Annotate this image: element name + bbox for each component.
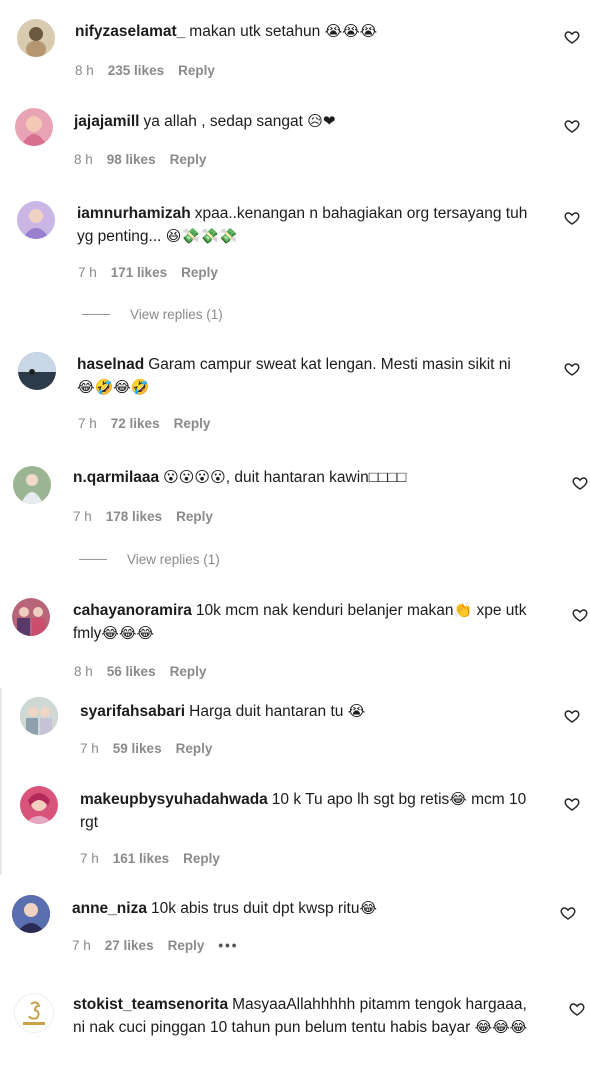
comment-meta: 7 h 72 likes Reply xyxy=(78,416,210,431)
divider xyxy=(79,559,107,560)
emoji: 😂😂😂 xyxy=(101,624,155,642)
reply-button[interactable]: Reply xyxy=(174,416,211,431)
username[interactable]: stokist_teamsenorita xyxy=(73,996,228,1013)
emoji: 😮😮😮😮 xyxy=(163,468,226,486)
likes-count[interactable]: 59 likes xyxy=(113,741,162,756)
likes-count[interactable]: 27 likes xyxy=(105,938,154,953)
username[interactable]: cahayanoramira xyxy=(73,602,192,619)
comment-text: syarifahsabari Harga duit hantaran tu 😭 xyxy=(80,700,545,723)
timestamp: 8 h xyxy=(74,152,93,167)
avatar[interactable] xyxy=(20,697,58,735)
comment-text: haselnad Garam campur sweat kat lengan. M… xyxy=(77,353,545,399)
emoji: 😭 xyxy=(347,702,366,720)
timestamp: 8 h xyxy=(75,63,94,78)
likes-count[interactable]: 235 likes xyxy=(108,63,164,78)
timestamp: 8 h xyxy=(74,664,93,679)
avatar[interactable] xyxy=(12,895,50,933)
likes-count[interactable]: 72 likes xyxy=(111,416,160,431)
username[interactable]: anne_niza xyxy=(72,900,147,917)
comment-text: makeupbysyuhadahwada 10 k Tu apo lh sgt b… xyxy=(80,790,527,831)
avatar[interactable] xyxy=(17,19,55,57)
view-replies-button[interactable]: View replies (1) xyxy=(79,552,220,567)
timestamp: 7 h xyxy=(78,265,97,280)
comment-meta: 7 h 27 likes Reply ••• xyxy=(72,938,239,953)
heart-outline-icon[interactable] xyxy=(564,361,580,377)
comment-text: iamnurhamizah xpaa..kenangan n bahagiakan… xyxy=(77,202,545,248)
comment-text: nifyzaselamat_ makan utk setahun 😭😭😭 xyxy=(75,20,545,43)
thread-indicator xyxy=(0,688,2,875)
username[interactable]: jajajamill xyxy=(74,113,139,130)
emoji: 😥❤ xyxy=(307,112,336,130)
emoji: 😆💸💸💸 xyxy=(165,227,238,245)
timestamp: 7 h xyxy=(80,851,99,866)
timestamp: 7 h xyxy=(80,741,99,756)
avatar[interactable] xyxy=(14,993,54,1033)
heart-outline-icon[interactable] xyxy=(560,905,576,921)
more-dots-icon[interactable]: ••• xyxy=(218,938,238,953)
comment-meta: 8 h 98 likes Reply xyxy=(74,152,206,167)
avatar[interactable] xyxy=(12,598,50,636)
timestamp: 7 h xyxy=(78,416,97,431)
divider xyxy=(82,314,110,315)
likes-count[interactable]: 178 likes xyxy=(106,509,162,524)
avatar[interactable] xyxy=(13,466,51,504)
avatar[interactable] xyxy=(15,108,53,146)
emoji: 😂🤣😂🤣 xyxy=(77,378,150,396)
reply-button[interactable]: Reply xyxy=(176,741,213,756)
comment-text: jajajamill ya allah , sedap sangat 😥❤ xyxy=(74,110,544,133)
heart-outline-icon[interactable] xyxy=(564,708,580,724)
username[interactable]: n.qarmilaaa xyxy=(73,469,159,486)
reply-button[interactable]: Reply xyxy=(183,851,220,866)
comment-text: n.qarmilaaa 😮😮😮😮, duit hantaran kawin□□□□ xyxy=(73,466,543,489)
reply-button[interactable]: Reply xyxy=(181,265,218,280)
timestamp: 7 h xyxy=(73,509,92,524)
reply-button[interactable]: Reply xyxy=(170,152,207,167)
username[interactable]: haselnad xyxy=(77,356,144,373)
timestamp: 7 h xyxy=(72,938,91,953)
likes-count[interactable]: 56 likes xyxy=(107,664,156,679)
heart-outline-icon[interactable] xyxy=(564,118,580,134)
emoji: 😂 xyxy=(359,899,377,917)
comment-meta: 7 h 59 likes Reply xyxy=(80,741,212,756)
username[interactable]: syarifahsabari xyxy=(80,703,185,720)
comment-meta: 7 h 178 likes Reply xyxy=(73,509,213,524)
username[interactable]: makeupbysyuhadahwada xyxy=(80,791,268,808)
comment-text: cahayanoramira 10k mcm nak kenduri belanj… xyxy=(73,599,545,645)
emoji: 😭😭😭 xyxy=(324,22,378,40)
likes-count[interactable]: 171 likes xyxy=(111,265,167,280)
likes-count[interactable]: 161 likes xyxy=(113,851,169,866)
likes-count[interactable]: 98 likes xyxy=(107,152,156,167)
comment-meta: 8 h 56 likes Reply xyxy=(74,664,206,679)
view-replies-button[interactable]: View replies (1) xyxy=(82,307,223,322)
username[interactable]: iamnurhamizah xyxy=(77,205,191,222)
avatar[interactable] xyxy=(17,201,55,239)
heart-outline-icon[interactable] xyxy=(569,1001,585,1017)
heart-outline-icon[interactable] xyxy=(572,475,588,491)
avatar[interactable] xyxy=(18,352,56,390)
comment-meta: 7 h 171 likes Reply xyxy=(78,265,218,280)
comment-text: anne_niza 10k abis trus duit dpt kwsp rit… xyxy=(72,897,542,920)
heart-outline-icon[interactable] xyxy=(564,796,580,812)
comment-meta: 7 h 161 likes Reply xyxy=(80,851,220,866)
avatar[interactable] xyxy=(20,786,58,824)
heart-outline-icon[interactable] xyxy=(564,210,580,226)
username[interactable]: nifyzaselamat_ xyxy=(75,23,185,40)
comment-text: stokist_teamsenorita MasyaaAllahhhhh pita… xyxy=(73,993,543,1039)
heart-outline-icon[interactable] xyxy=(572,607,588,623)
emoji: 👏 xyxy=(453,601,473,619)
reply-button[interactable]: Reply xyxy=(170,664,207,679)
comment-meta: 8 h 235 likes Reply xyxy=(75,63,215,78)
reply-button[interactable]: Reply xyxy=(168,938,205,953)
emoji: 😂😂😂 xyxy=(474,1018,528,1036)
reply-button[interactable]: Reply xyxy=(176,509,213,524)
reply-button[interactable]: Reply xyxy=(178,63,215,78)
heart-outline-icon[interactable] xyxy=(564,29,580,45)
emoji: 😂 xyxy=(449,790,467,808)
